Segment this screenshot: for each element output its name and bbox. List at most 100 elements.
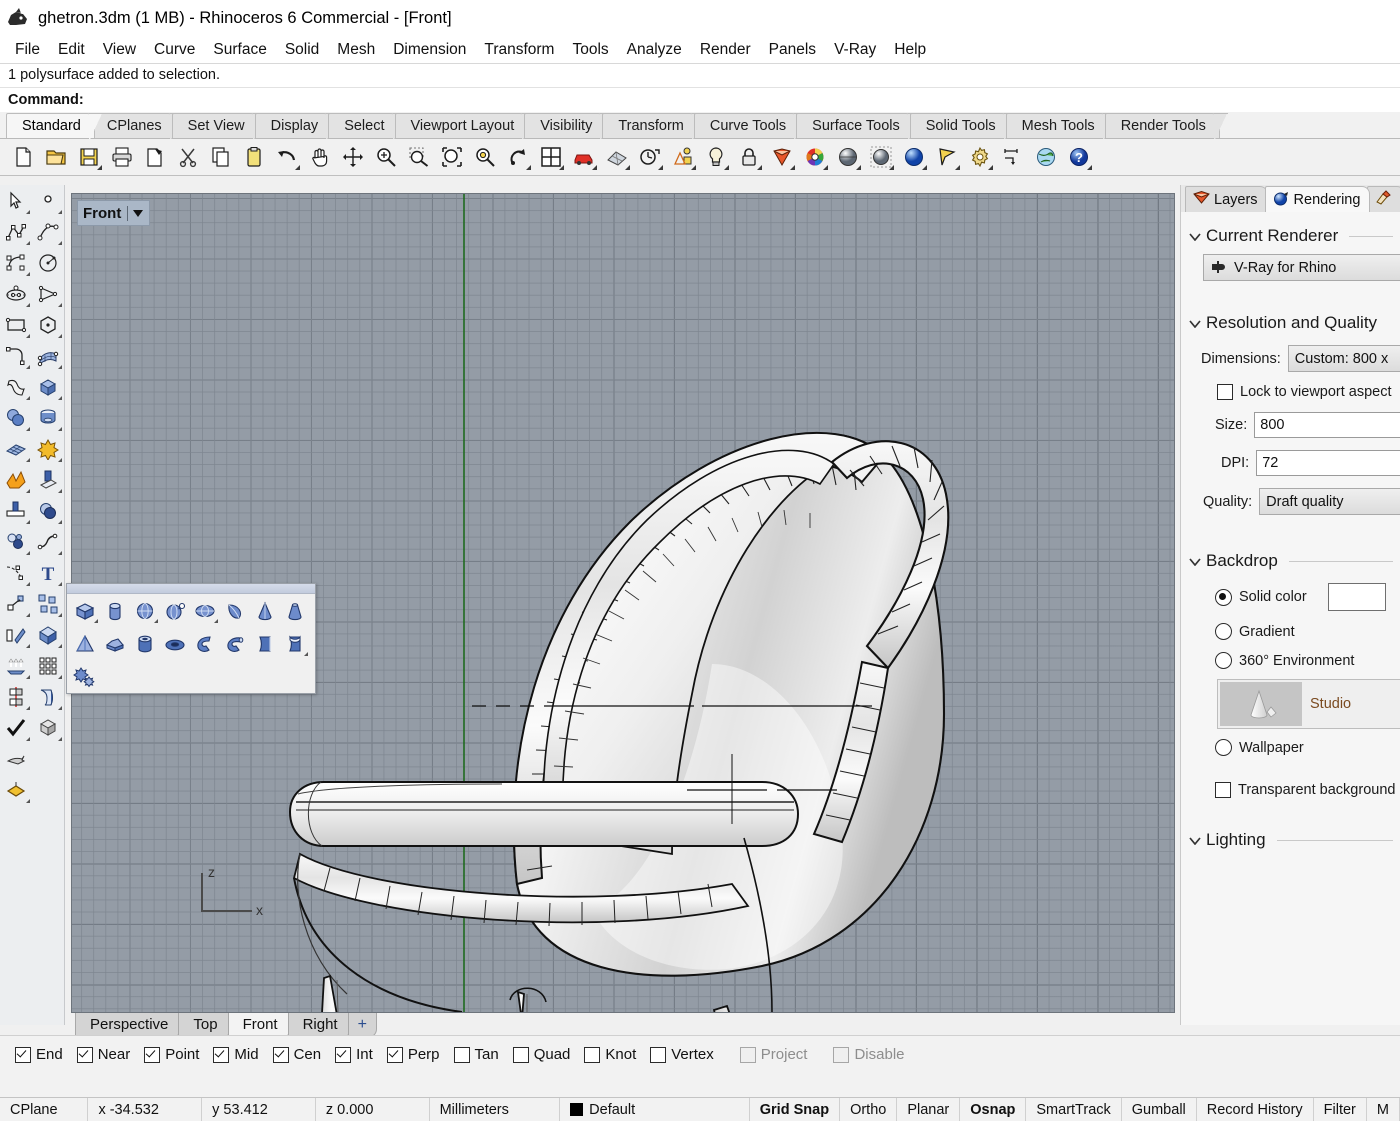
tab-visibility[interactable]: Visibility [524,113,606,138]
osnap-near[interactable]: Near [74,1044,137,1065]
print-icon[interactable] [107,142,137,172]
select-arrow-icon[interactable] [0,185,32,216]
surface-from-points-icon[interactable] [32,340,64,371]
solid-color-swatch[interactable] [1328,583,1386,611]
tab-display[interactable]: Display [255,113,333,138]
mirror-icon[interactable] [0,681,32,712]
menu-render[interactable]: Render [691,39,760,61]
osnap-end[interactable]: End [12,1044,69,1065]
tab-mesh-tools[interactable]: Mesh Tools [1006,113,1109,138]
osnap-perp-checkbox[interactable] [387,1047,403,1063]
select-arrow-yellow-icon[interactable] [932,142,962,172]
rotate-object-icon[interactable] [0,619,32,650]
dimension-linear-icon[interactable] [0,557,32,588]
rotate-view-icon[interactable] [503,142,533,172]
status-toggle-osnap[interactable]: Osnap [960,1098,1026,1121]
tab-surface-tools[interactable]: Surface Tools [796,113,914,138]
undo-icon[interactable] [272,142,302,172]
menu-curve[interactable]: Curve [145,39,204,61]
extract-surface-icon[interactable] [0,743,32,774]
color-wheel-icon[interactable] [800,142,830,172]
size-input[interactable]: 800 [1254,412,1400,438]
pyramid-icon[interactable] [70,629,100,658]
tab-select[interactable]: Select [328,113,398,138]
status-toggle-planar[interactable]: Planar [897,1098,960,1121]
osnap-project[interactable]: Project [737,1044,814,1065]
status-toggle-grid-snap[interactable]: Grid Snap [750,1098,840,1121]
osnap-quad[interactable]: Quad [510,1044,577,1065]
backdrop-wallpaper-radio[interactable] [1215,739,1232,756]
zoom-target-icon[interactable] [470,142,500,172]
save-icon[interactable] [74,142,104,172]
chevron-down-icon[interactable] [1189,554,1199,569]
scale-object-icon[interactable] [32,619,64,650]
osnap-project-checkbox[interactable] [740,1047,756,1063]
command-prompt[interactable]: Command: [0,88,1400,112]
section-lighting[interactable]: Lighting [1181,822,1400,856]
render-mesh-icon[interactable] [866,142,896,172]
chevron-down-icon[interactable] [1189,833,1199,848]
surface-sweep-icon[interactable] [0,371,32,402]
osnap-mid[interactable]: Mid [210,1044,264,1065]
osnap-end-checkbox[interactable] [15,1047,31,1063]
options-gear-icon[interactable] [965,142,995,172]
backdrop-gradient-radio[interactable] [1215,623,1232,640]
zoom-window-icon[interactable] [404,142,434,172]
menu-panels[interactable]: Panels [760,39,825,61]
cut-scissors-icon[interactable] [173,142,203,172]
backdrop-solid-color-row[interactable]: Solid color [1181,577,1400,617]
copy-icon[interactable] [206,142,236,172]
bend-icon[interactable] [32,681,64,712]
backdrop-environment-radio[interactable] [1215,652,1232,669]
osnap-knot[interactable]: Knot [581,1044,642,1065]
tab-render-tools[interactable]: Render Tools [1105,113,1220,138]
four-viewport-icon[interactable] [536,142,566,172]
cplane-gold-icon[interactable] [0,774,32,805]
export-icon[interactable] [140,142,170,172]
mesh-from-surface-icon[interactable] [0,433,32,464]
dpi-input[interactable]: 72 [1256,450,1400,476]
osnap-perp[interactable]: Perp [384,1044,446,1065]
viewport-title[interactable]: Front [77,200,150,226]
tab-set-view[interactable]: Set View [172,113,259,138]
boolean-union-icon[interactable] [0,402,32,433]
menu-mesh[interactable]: Mesh [328,39,384,61]
osnap-disable-checkbox[interactable] [833,1047,849,1063]
menu-solid[interactable]: Solid [276,39,328,61]
zoom-in-icon[interactable] [371,142,401,172]
menu-analyze[interactable]: Analyze [618,39,691,61]
osnap-int[interactable]: Int [332,1044,379,1065]
sphere-handle-icon[interactable] [160,596,190,625]
arc-icon[interactable] [32,278,64,309]
light-bulb-icon[interactable] [701,142,731,172]
clock-history-icon[interactable] [635,142,665,172]
pipe-icon[interactable] [190,629,220,658]
section-resolution-quality[interactable]: Resolution and Quality [1181,305,1400,339]
status-toggle-smarttrack[interactable]: SmartTrack [1026,1098,1121,1121]
pipe-round-icon[interactable] [220,629,250,658]
menu-edit[interactable]: Edit [49,39,94,61]
trim-icon[interactable] [0,464,32,495]
status-toggle-record-history[interactable]: Record History [1197,1098,1314,1121]
status-layer[interactable]: Default [560,1098,750,1121]
lock-icon[interactable] [734,142,764,172]
array-linear-icon[interactable] [0,650,32,681]
check-object-icon[interactable] [0,712,32,743]
tab-curve-tools[interactable]: Curve Tools [694,113,800,138]
ellipsoid-icon[interactable] [190,596,220,625]
chevron-down-icon[interactable] [1189,229,1199,244]
status-toggle-ortho[interactable]: Ortho [840,1098,897,1121]
box-icon[interactable] [70,596,100,625]
environment-selector[interactable]: Studio [1217,679,1400,729]
status-toggle-filter[interactable]: Filter [1314,1098,1367,1121]
osnap-cen-checkbox[interactable] [273,1047,289,1063]
lock-aspect-row[interactable]: Lock to viewport aspect [1181,378,1400,406]
named-views-car-icon[interactable] [569,142,599,172]
osnap-cen[interactable]: Cen [270,1044,328,1065]
cone-icon[interactable] [250,596,280,625]
menu-transform[interactable]: Transform [475,39,563,61]
osnap-disable[interactable]: Disable [830,1044,910,1065]
paste-icon[interactable] [239,142,269,172]
backdrop-solid-color-radio[interactable] [1215,589,1232,606]
boolean-tools-icon[interactable] [70,662,100,691]
